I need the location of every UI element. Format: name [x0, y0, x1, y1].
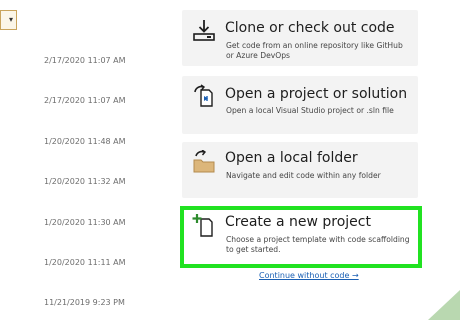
recent-item-date: 1/20/2020 11:30 AM: [44, 218, 126, 227]
open-project-card[interactable]: Open a project or solution Open a local …: [182, 76, 418, 134]
recent-item-date: 1/20/2020 11:48 AM: [44, 137, 126, 146]
card-description: Open a local Visual Studio project or .s…: [226, 106, 394, 115]
clone-icon: [193, 20, 215, 41]
recent-item-date: 1/20/2020 11:32 AM: [44, 177, 126, 186]
recent-item-date: 2/17/2020 11:07 AM: [44, 56, 126, 65]
card-description: Navigate and edit code within any folder: [226, 171, 381, 180]
card-description: Get code from an online repository like …: [226, 41, 403, 60]
recent-item-date: 11/21/2019 9:23 PM: [44, 298, 125, 307]
partial-toolbar-control[interactable]: ▾: [0, 10, 17, 30]
card-title: Open a project or solution: [225, 86, 408, 102]
open-folder-card[interactable]: Open a local folder Navigate and edit co…: [182, 142, 418, 198]
highlight-frame: [180, 206, 422, 268]
recent-item-date: 2/17/2020 11:07 AM: [44, 96, 126, 105]
clone-code-card[interactable]: Clone or check out code Get code from an…: [182, 10, 418, 66]
recent-item-date: 1/20/2020 11:11 AM: [44, 258, 126, 267]
chevron-down-icon: ▾: [9, 15, 14, 24]
open-project-icon: [194, 84, 213, 107]
card-title: Clone or check out code: [225, 20, 395, 36]
folder-icon: [193, 150, 215, 173]
card-title: Open a local folder: [225, 150, 358, 166]
corner-decoration: [428, 290, 460, 320]
continue-without-code-link[interactable]: Continue without code →: [259, 271, 359, 280]
